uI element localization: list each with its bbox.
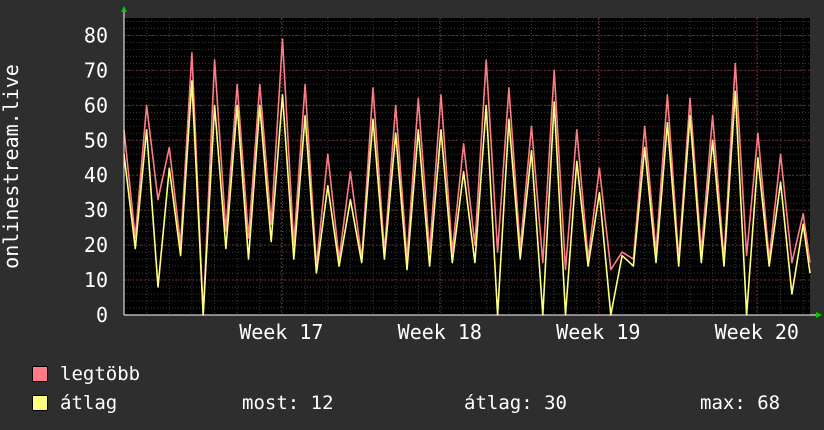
x-tick-label: Week 17	[239, 320, 323, 344]
y-tick-label: 10	[84, 268, 108, 292]
x-tick-label: Week 19	[556, 320, 640, 344]
y-tick-label: 80	[84, 23, 108, 47]
chart-root: 0 10 20 30 40 50 60 70 80 Week 17 Week 18 Week 19 We…	[0, 0, 824, 430]
y-tick-label: 20	[84, 233, 108, 257]
plot-canvas	[124, 18, 810, 315]
x-tick-label: Week 20	[715, 320, 799, 344]
x-tick-label: Week 18	[398, 320, 482, 344]
y-tick-label: 50	[84, 128, 108, 152]
y-tick-label: 0	[96, 303, 108, 327]
y-tick-label: 40	[84, 163, 108, 187]
x-axis-arrow	[816, 312, 822, 318]
y-axis-label: onlinestream.live	[0, 64, 23, 269]
y-axis-arrow	[121, 6, 127, 12]
chart-svg: 0 10 20 30 40 50 60 70 80 Week 17 Week 18 Week 19 We…	[0, 6, 822, 344]
y-tick-label: 70	[84, 58, 108, 82]
y-tick-label: 60	[84, 93, 108, 117]
y-tick-label: 30	[84, 198, 108, 222]
